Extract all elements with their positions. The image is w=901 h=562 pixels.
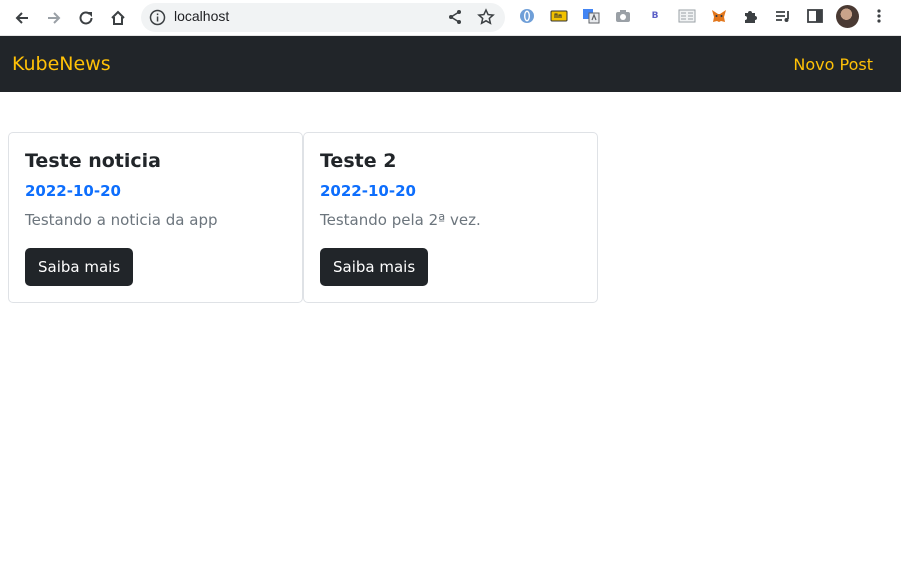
sidepanel-icon[interactable] [806, 7, 824, 25]
post-title: Teste 2 [320, 150, 397, 172]
navbar: KubeNews Novo Post [0, 36, 901, 92]
puzzle-icon[interactable] [742, 7, 760, 25]
read-more-button[interactable]: Saiba mais [25, 248, 134, 286]
share-icon[interactable] [446, 8, 464, 26]
reload-button[interactable] [72, 4, 100, 32]
new-post-link[interactable]: Novo Post [793, 55, 873, 74]
arrow-right-icon [48, 12, 61, 24]
post-date: 2022-10-20 [320, 182, 416, 200]
home-button[interactable] [104, 4, 132, 32]
b-icon[interactable]: B [646, 7, 664, 25]
reader-icon[interactable] [678, 7, 696, 25]
read-more-button[interactable]: Saiba mais [320, 248, 429, 286]
post-summary: Testando pela 2ª vez. [320, 211, 481, 229]
bookmark-star-icon[interactable] [477, 8, 495, 26]
notes-icon[interactable] [550, 7, 568, 25]
address-bar[interactable]: localhost [141, 3, 505, 32]
post-date: 2022-10-20 [25, 182, 121, 200]
forward-button[interactable] [40, 4, 68, 32]
post-card: Teste noticia 2022-10-20 Testando a noti… [8, 132, 303, 303]
b-icon-letter: B [651, 11, 659, 21]
profile-avatar[interactable] [836, 5, 859, 28]
kebab-menu-icon[interactable] [870, 7, 888, 25]
post-summary: Testando a noticia da app [25, 211, 218, 229]
translate-icon[interactable] [582, 7, 600, 25]
back-button[interactable] [8, 4, 36, 32]
reload-icon [79, 11, 93, 25]
opera-icon[interactable] [518, 7, 536, 25]
post-title: Teste noticia [25, 150, 161, 172]
arrow-left-icon [15, 12, 28, 24]
post-card: Teste 2 2022-10-20 Testando pela 2ª vez.… [303, 132, 598, 303]
url-text[interactable]: localhost [174, 8, 229, 24]
browser-toolbar: localhost B [0, 0, 901, 36]
camera-icon[interactable] [614, 7, 632, 25]
brand-link[interactable]: KubeNews [12, 53, 111, 75]
home-icon [111, 10, 125, 25]
metamask-icon[interactable] [710, 7, 728, 25]
media-icon[interactable] [774, 7, 792, 25]
info-icon[interactable] [149, 9, 166, 26]
